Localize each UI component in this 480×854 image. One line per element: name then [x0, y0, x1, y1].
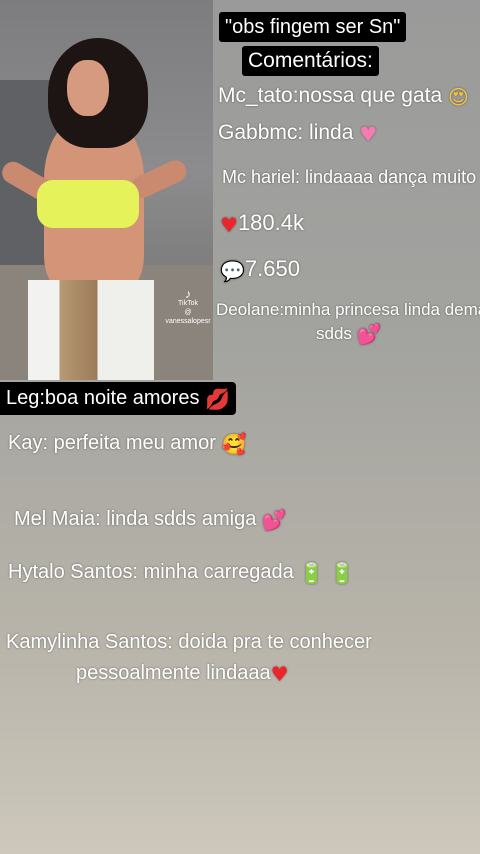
- heart-eyes-emoji: 😍: [448, 85, 469, 109]
- comment-kay: Kay: perfeita meu amor 🥰: [8, 432, 247, 456]
- battery-emoji: 🔋: [329, 561, 355, 585]
- patchwork-pants: [28, 280, 154, 380]
- kiss-lips-emoji: 💋: [205, 387, 230, 411]
- comment-mc-hariel: Mc hariel: lindaaaa dança muito: [222, 167, 477, 187]
- comment-hytalo: Hytalo Santos: minha carregada 🔋 🔋: [8, 561, 355, 585]
- comment-deolane: Deolane:minha princesa linda demais: [216, 300, 480, 319]
- red-heart-emoji: ♥: [270, 662, 289, 686]
- comments-header-box: Comentários:: [242, 46, 379, 76]
- two-hearts-emoji: 💕: [356, 322, 382, 346]
- tiktok-logo-icon: ♪: [185, 287, 191, 301]
- two-hearts-emoji: 💕: [261, 508, 287, 532]
- likes-stat: ♥180.4k: [220, 210, 304, 237]
- comments-header: Comentários:: [248, 49, 373, 72]
- dance-video-frame[interactable]: ♪ TikTok @ vanessalopesr: [0, 0, 213, 380]
- pink-heart-emoji: ♥: [359, 122, 378, 146]
- tiktok-handle: @ vanessalopesr: [165, 309, 211, 325]
- comment-gabbmc: Gabbmc: linda ♥: [218, 121, 378, 146]
- caption-text: Leg:boa noite amores: [6, 387, 200, 409]
- comments-stat: 💬7.650: [220, 256, 300, 283]
- comment-deolane-line2: sdds 💕: [316, 322, 382, 346]
- comment-mc-tato: Mc_tato:nossa que gata 😍: [218, 84, 469, 109]
- smiling-face-hearts-emoji: 🥰: [221, 432, 247, 456]
- tiktok-watermark: ♪ TikTok @ vanessalopesr: [163, 287, 213, 326]
- comment-mel-maia: Mel Maia: linda sdds amiga 💕: [14, 508, 287, 532]
- speech-bubble-icon: 💬: [220, 259, 245, 283]
- yellow-top: [37, 180, 139, 228]
- battery-emoji: 🔋: [299, 561, 325, 585]
- tiktok-brand: TikTok: [178, 300, 198, 307]
- title-box: "obs fingem ser Sn": [219, 12, 407, 42]
- title-text: "obs fingem ser Sn": [225, 16, 401, 38]
- comment-kamylinha: Kamylinha Santos: doida pra te conhecer: [6, 631, 372, 653]
- dancer-face: [67, 60, 109, 116]
- red-heart-icon: ♥: [220, 213, 238, 237]
- comment-kamylinha-line2: pessoalmente lindaaa♥: [76, 662, 289, 686]
- caption-box: Leg:boa noite amores 💋: [0, 382, 236, 415]
